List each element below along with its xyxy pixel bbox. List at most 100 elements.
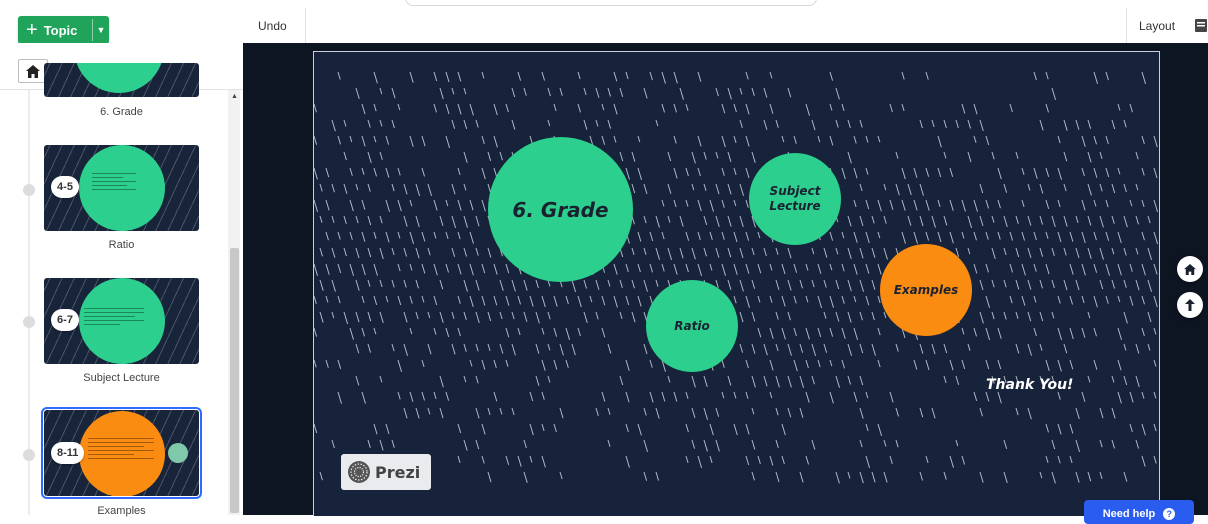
pattern-dash (314, 359, 317, 368)
pattern-dash (391, 343, 395, 352)
pattern-dash (343, 311, 349, 325)
pattern-dash (847, 471, 851, 479)
pattern-dash (1135, 439, 1140, 449)
pattern-dash (859, 439, 863, 448)
pattern-dash (967, 119, 972, 129)
pattern-dash (1141, 231, 1145, 241)
pattern-dash (721, 135, 726, 148)
pattern-dash (1033, 167, 1038, 179)
pattern-dash (1009, 295, 1013, 304)
pattern-dash (463, 311, 467, 320)
pattern-dash (571, 279, 577, 293)
pattern-dash (907, 215, 912, 226)
pattern-dash (1039, 279, 1043, 289)
pattern-dash (415, 279, 419, 289)
pattern-dash (973, 327, 977, 337)
pattern-dash (1099, 183, 1103, 192)
pattern-dash (1117, 167, 1121, 175)
pattern-dash (847, 343, 853, 356)
pattern-dash (493, 391, 498, 402)
pattern-dash (427, 311, 431, 319)
pattern-dash (1093, 263, 1098, 273)
chevron-down-icon[interactable]: ▼ (93, 16, 109, 44)
topic-circle-examples[interactable]: Examples (880, 244, 972, 336)
pattern-dash (487, 343, 491, 351)
slide-thumbnail[interactable] (44, 63, 199, 97)
pattern-dash (403, 343, 408, 356)
topic-circle-grade[interactable]: 6. Grade (488, 137, 633, 282)
home-icon (1184, 263, 1196, 275)
pattern-dash (439, 279, 444, 290)
pattern-dash (1057, 231, 1062, 243)
pattern-dash (1045, 103, 1049, 113)
pattern-dash (985, 295, 991, 308)
pattern-dash (457, 71, 462, 82)
pattern-dash (1039, 343, 1043, 351)
scroll-up-icon[interactable]: ▲ (231, 93, 238, 100)
pattern-dash (1129, 391, 1134, 403)
pattern-dash (1069, 263, 1074, 275)
pattern-dash (493, 263, 498, 275)
pattern-dash (625, 359, 630, 371)
pattern-dash (1033, 263, 1037, 272)
pattern-dash (685, 455, 689, 464)
pattern-dash (745, 167, 750, 178)
pattern-dash (769, 263, 773, 271)
pattern-dash (703, 215, 708, 226)
pattern-dash (751, 247, 755, 256)
pattern-dash (691, 151, 696, 164)
add-topic-main[interactable]: + Topic (18, 16, 92, 44)
topic-circle-subject-lecture[interactable]: Subject Lecture (749, 153, 841, 245)
pattern-dash (595, 311, 599, 320)
slide-frame[interactable] (313, 51, 1160, 516)
topic-circle-ratio[interactable]: Ratio (646, 280, 738, 372)
layout-icon[interactable] (1195, 19, 1207, 32)
pattern-dash (349, 199, 354, 212)
pattern-dash (1069, 359, 1074, 370)
add-topic-button[interactable]: + Topic ▼ (18, 16, 109, 44)
pattern-dash (619, 87, 624, 98)
thank-you-text[interactable]: Thank You! (986, 377, 1073, 393)
undo-button[interactable]: Undo (258, 19, 287, 33)
need-help-button[interactable]: Need help ? (1084, 500, 1194, 524)
pattern-dash (1051, 215, 1056, 228)
pattern-dash (739, 87, 743, 95)
sidebar-scrollbar-thumb[interactable] (230, 248, 239, 513)
pattern-dash (961, 231, 965, 239)
pattern-dash (1051, 311, 1055, 319)
pattern-dash (877, 199, 882, 212)
canvas-home-button[interactable] (1177, 256, 1203, 282)
prezi-logo: Prezi (341, 454, 431, 490)
pattern-dash (505, 103, 509, 113)
pattern-dash (355, 375, 360, 386)
pattern-dash (751, 279, 756, 289)
pattern-dash (1117, 327, 1122, 340)
canvas-back-button[interactable] (1177, 292, 1203, 318)
pattern-dash (1087, 119, 1092, 129)
pattern-dash (319, 215, 323, 223)
layout-button[interactable]: Layout (1139, 19, 1175, 33)
pattern-dash (409, 135, 414, 147)
pattern-dash (445, 71, 450, 83)
pattern-dash (973, 231, 977, 241)
pattern-dash (649, 359, 653, 368)
pattern-dash (1123, 247, 1127, 256)
pattern-dash (385, 423, 390, 434)
pattern-dash (1105, 231, 1110, 241)
pattern-dash (1135, 279, 1140, 291)
pattern-dash (805, 327, 810, 340)
pattern-dash (787, 279, 792, 291)
pattern-dash (685, 103, 689, 111)
pattern-dash (481, 135, 485, 144)
pattern-dash (769, 455, 774, 466)
pattern-dash (685, 391, 689, 399)
pattern-dash (1141, 455, 1146, 467)
pattern-dash (745, 103, 750, 115)
pattern-dash (397, 231, 401, 239)
pattern-dash (1153, 199, 1159, 212)
pattern-dash (1021, 199, 1025, 207)
pattern-dash (673, 263, 678, 275)
pattern-dash (787, 375, 792, 388)
pattern-dash (1069, 295, 1074, 305)
pattern-dash (1045, 71, 1049, 80)
